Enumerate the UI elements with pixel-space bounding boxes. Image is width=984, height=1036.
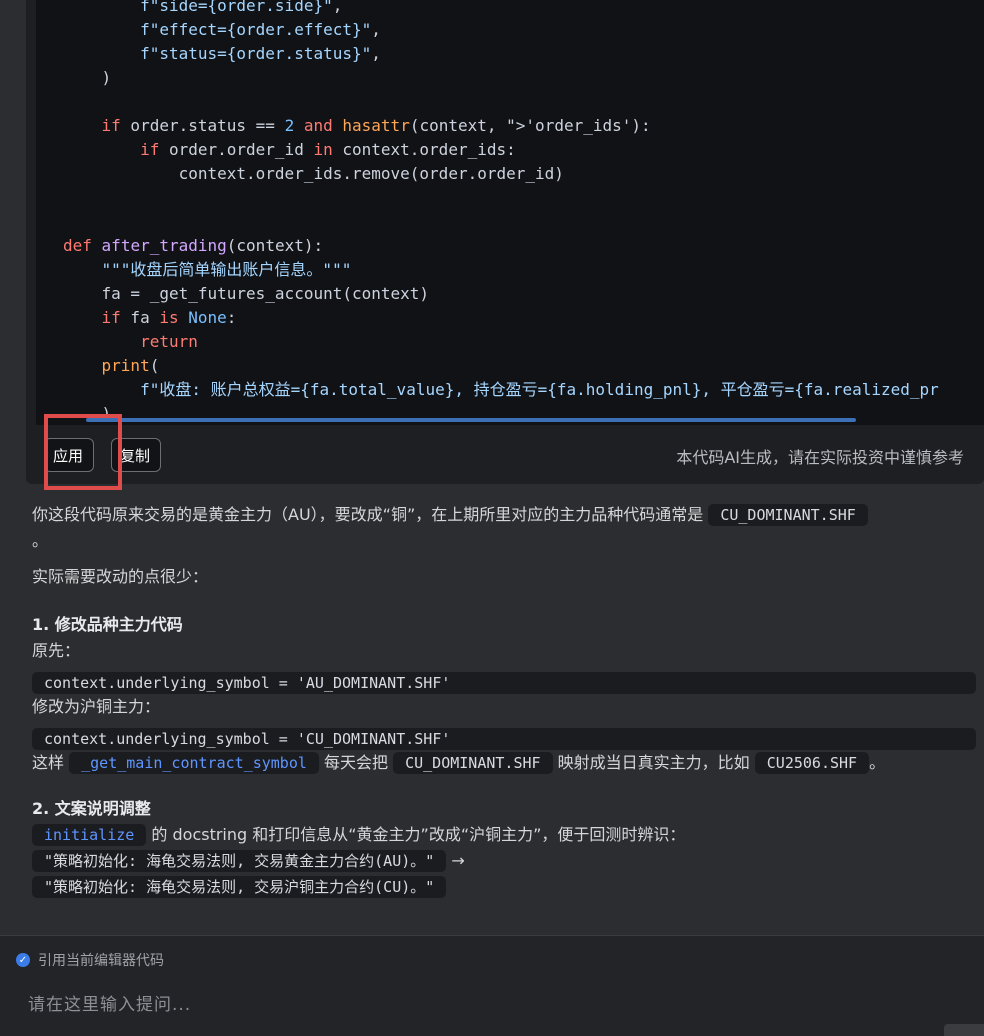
left-strip [0,0,16,1035]
changes-title: 实际需要改动的点很少： [32,567,209,586]
reference-label: 引用当前编辑器代码 [38,953,164,969]
step2-new-line: "策略初始化: 海龟交易法则, 交易沪铜主力合约(CU)。" [32,874,984,900]
code-line: ) [101,68,112,87]
question-input[interactable]: 请在这里输入提问... [28,990,191,1015]
code-new-symbol: context.underlying_symbol = 'CU_DOMINANT… [32,728,976,750]
step1-original-label: 原先： [32,641,81,660]
step2-title: 2. 文案说明调整 [32,799,151,818]
code-line: """收盘后简单输出账户信息。""" [101,260,352,279]
code-block: f"side={order.side}", f"effect={order.ef… [36,0,984,425]
code-line: return [140,332,198,351]
inline-code-new-string: "策略初始化: 海龟交易法则, 交易沪铜主力合约(CU)。" [32,876,447,898]
arrow: → [451,851,465,870]
step1-note-prefix: 这样 [32,753,65,772]
answer-message: 你这段代码原来交易的是黄金主力（AU），要改成“铜”，在上期所里对应的主力品种代… [32,502,984,900]
intro-text: 你这段代码原来交易的是黄金主力（AU），要改成“铜”，在上期所里对应的主力品种代… [32,505,704,524]
horizontal-scrollbar[interactable] [86,418,856,422]
step1-note-end: 。 [869,753,886,772]
code-line: f"effect={order.effect}", [140,20,381,39]
code-line: if order.order_id in context.order_ids: [140,140,516,159]
code-line: if order.status == 2 and hasattr(context… [101,116,651,135]
inline-code-cu-dominant: CU_DOMINANT.SHF [708,504,868,526]
chat-panel: f"side={order.side}", f"effect={order.ef… [16,0,984,935]
code-line: context.order_ids.remove(order.order_id) [178,164,564,183]
composer: ✓ 引用当前编辑器代码 请在这里输入提问... [0,935,984,1036]
code-line: def after_trading(context): [63,236,324,255]
code-line: fa = _get_futures_account(context) [101,284,430,303]
step2-old-line: "策略初始化: 海龟交易法则, 交易黄金主力合约(AU)。" → [32,848,984,874]
step2-text-line: initialize 的 docstring 和打印信息从“黄金主力”改成“沪铜… [32,822,984,848]
step1-title: 1. 修改品种主力代码 [32,615,183,634]
reference-toggle[interactable]: ✓ 引用当前编辑器代码 [16,950,164,970]
intro-paragraph: 你这段代码原来交易的是黄金主力（AU），要改成“铜”，在上期所里对应的主力品种代… [32,502,984,554]
intro-end: 。 [32,531,49,550]
send-button-edge[interactable] [944,1024,984,1036]
inline-code-old-string: "策略初始化: 海龟交易法则, 交易黄金主力合约(AU)。" [32,850,447,872]
inline-code-get-main-contract: _get_main_contract_symbol [69,752,319,774]
highlight-box [44,414,122,490]
code-text: f"side={order.side}", f"effect={order.ef… [63,0,963,425]
step1-note: 这样 _get_main_contract_symbol 每天会把 CU_DOM… [32,750,984,776]
code-card: f"side={order.side}", f"effect={order.ef… [26,0,984,484]
inline-code-cu-dominant-2: CU_DOMINANT.SHF [393,752,553,774]
code-original-symbol: context.underlying_symbol = 'AU_DOMINANT… [32,672,976,694]
step1-new-label: 修改为沪铜主力： [32,697,161,716]
code-line: f"status={order.status}", [140,44,381,63]
check-icon: ✓ [16,953,30,967]
step1-note-mid2: 映射成当日真实主力，比如 [557,753,750,772]
code-line: print( [101,356,160,375]
code-line: f"收盘: 账户总权益={fa.total_value}, 持仓盈亏={fa.h… [140,380,939,399]
ai-disclaimer: 本代码AI生成，请在实际投资中谨慎参考 [676,448,964,467]
inline-code-cu2506: CU2506.SHF [754,752,870,774]
inline-code-initialize: initialize [32,824,147,846]
code-line: f"side={order.side}", [140,0,343,15]
code-line: if fa is None: [101,308,237,327]
step2-text: 的 docstring 和打印信息从“黄金主力”改成“沪铜主力”，便于回测时辨识… [151,825,686,844]
step1-note-mid: 每天会把 [323,753,388,772]
